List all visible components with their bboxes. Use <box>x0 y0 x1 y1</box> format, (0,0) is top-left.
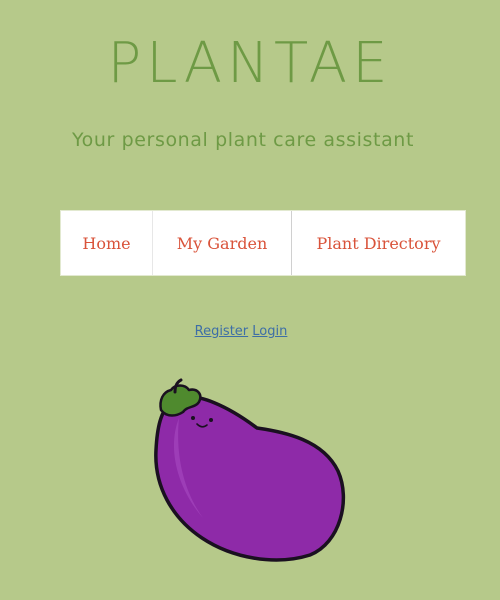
eggplant-left-eye <box>191 416 195 420</box>
eggplant-right-eye <box>209 418 213 422</box>
plantae-home-page: PLANTAE Your personal plant care assista… <box>0 0 500 600</box>
login-link[interactable]: Login <box>252 324 287 339</box>
register-link[interactable]: Register <box>195 324 249 339</box>
site-title: PLANTAE <box>107 31 393 96</box>
main-navigation: Home My Garden Plant Directory <box>61 211 465 275</box>
auth-links: Register Login <box>0 322 482 342</box>
nav-item-my-garden[interactable]: My Garden <box>153 211 292 275</box>
nav-item-home[interactable]: Home <box>61 211 153 275</box>
nav-item-plant-directory[interactable]: Plant Directory <box>292 211 465 275</box>
site-tagline: Your personal plant care assistant <box>71 129 415 151</box>
eggplant-mascot-icon <box>154 378 346 562</box>
